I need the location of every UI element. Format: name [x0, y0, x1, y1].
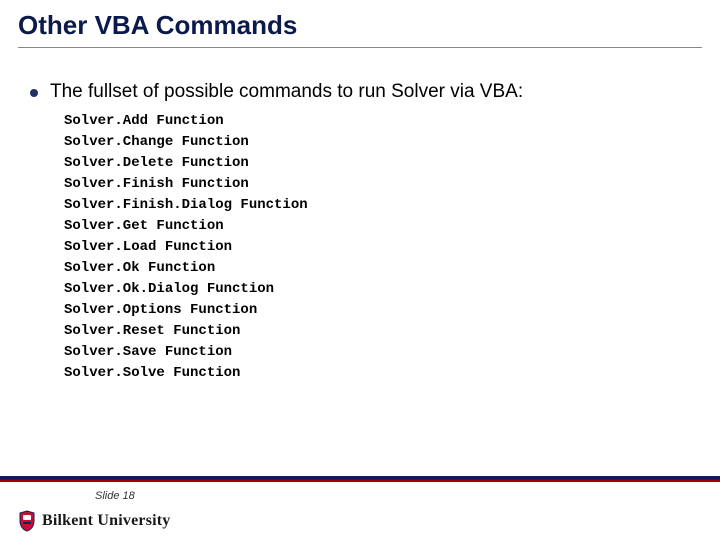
shield-icon	[18, 510, 36, 532]
code-line: Solver.Reset Function	[64, 321, 690, 342]
university-branding: Bilkent University	[18, 510, 171, 532]
code-line: Solver.Get Function	[64, 216, 690, 237]
bullet-icon	[30, 89, 38, 97]
bullet-text: The fullset of possible commands to run …	[50, 80, 523, 105]
university-name: Bilkent University	[42, 512, 171, 530]
code-line: Solver.Options Function	[64, 300, 690, 321]
code-line: Solver.Solve Function	[64, 363, 690, 384]
slide-number: Slide 18	[95, 490, 135, 502]
code-line: Solver.Ok.Dialog Function	[64, 279, 690, 300]
code-line: Solver.Load Function	[64, 237, 690, 258]
slide: Other VBA Commands The fullset of possib…	[0, 0, 720, 540]
code-line: Solver.Ok Function	[64, 258, 690, 279]
code-line: Solver.Finish.Dialog Function	[64, 195, 690, 216]
slide-body: The fullset of possible commands to run …	[30, 80, 690, 384]
slide-title: Other VBA Commands	[18, 10, 702, 48]
footer-divider	[0, 476, 720, 482]
code-line: Solver.Finish Function	[64, 174, 690, 195]
bullet-item: The fullset of possible commands to run …	[30, 80, 690, 105]
code-line: Solver.Save Function	[64, 342, 690, 363]
code-line: Solver.Add Function	[64, 111, 690, 132]
code-line: Solver.Change Function	[64, 132, 690, 153]
code-line: Solver.Delete Function	[64, 153, 690, 174]
code-list: Solver.Add Function Solver.Change Functi…	[64, 111, 690, 384]
